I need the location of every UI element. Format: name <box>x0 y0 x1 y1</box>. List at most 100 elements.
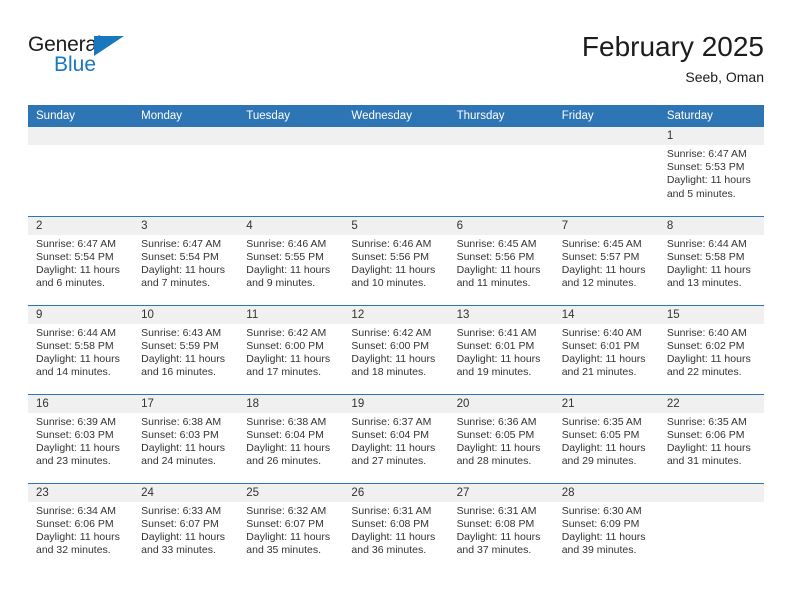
sunrise-text: Sunrise: 6:36 AM <box>456 415 537 428</box>
day-details: Sunrise: 6:41 AM Sunset: 6:01 PM Daylight:… <box>449 324 554 380</box>
calendar-day-cell[interactable]: 28 Sunrise: 6:30 AM Sunset: 6:09 PM Dayligh… <box>553 482 659 572</box>
calendar-day-cell[interactable]: 22 Sunrise: 6:35 AM Sunset: 6:06 PM Dayligh… <box>658 393 764 483</box>
calendar-day-cell[interactable]: 14 Sunrise: 6:40 AM Sunset: 6:01 PM Dayligh… <box>553 304 659 394</box>
day-number: 15 <box>658 305 764 324</box>
day-details: Sunrise: 6:35 AM Sunset: 6:05 PM Daylight:… <box>554 413 659 469</box>
sunrise-text: Sunrise: 6:44 AM <box>666 237 747 250</box>
daylight-text: Daylight: 11 hours and 10 minutes. <box>351 263 436 290</box>
daylight-text: Daylight: 11 hours and 28 minutes. <box>456 441 541 468</box>
weekday-header-sunday: Sunday <box>28 105 134 127</box>
daylight-text: Daylight: 11 hours and 19 minutes. <box>456 352 541 379</box>
daylight-text: Daylight: 11 hours and 37 minutes. <box>456 530 541 557</box>
sunset-text: Sunset: 6:08 PM <box>456 517 535 530</box>
sunset-text: Sunset: 5:54 PM <box>141 250 219 263</box>
calendar-day-cell[interactable]: 21 Sunrise: 6:35 AM Sunset: 6:05 PM Dayligh… <box>553 393 659 483</box>
calendar-week-row: 23 Sunrise: 6:34 AM Sunset: 6:06 PM Dayligh… <box>28 482 764 572</box>
day-number: 23 <box>28 483 134 502</box>
calendar-day-cell[interactable]: 27 Sunrise: 6:31 AM Sunset: 6:08 PM Dayligh… <box>448 482 554 572</box>
calendar-day-cell[interactable]: 15 Sunrise: 6:40 AM Sunset: 6:02 PM Dayligh… <box>658 304 764 394</box>
calendar-day-cell[interactable]: 23 Sunrise: 6:34 AM Sunset: 6:06 PM Dayligh… <box>28 482 134 572</box>
day-details: Sunrise: 6:40 AM Sunset: 6:02 PM Daylight:… <box>659 324 764 380</box>
daylight-text: Daylight: 11 hours and 12 minutes. <box>561 263 646 290</box>
daylight-text: Daylight: 11 hours and 16 minutes. <box>141 352 225 379</box>
day-number: 28 <box>553 483 659 502</box>
day-details: Sunrise: 6:46 AM Sunset: 5:55 PM Daylight:… <box>238 235 343 291</box>
calendar-day-cell[interactable]: 18 Sunrise: 6:38 AM Sunset: 6:04 PM Dayligh… <box>238 393 344 483</box>
daylight-text: Daylight: 11 hours and 5 minutes. <box>666 174 751 200</box>
day-number: 22 <box>658 394 764 413</box>
sunset-text: Sunset: 5:58 PM <box>36 339 114 352</box>
day-number: 8 <box>658 216 764 235</box>
calendar-day-cell[interactable]: 9 Sunrise: 6:44 AM Sunset: 5:58 PM Daylight… <box>28 304 134 394</box>
day-number: 10 <box>133 305 239 324</box>
day-number <box>133 127 239 145</box>
sunrise-text: Sunrise: 6:31 AM <box>456 504 537 517</box>
daylight-text: Daylight: 11 hours and 36 minutes. <box>351 530 436 557</box>
daylight-text: Daylight: 11 hours and 24 minutes. <box>141 441 225 468</box>
sunset-text: Sunset: 5:54 PM <box>36 250 114 263</box>
day-number: 20 <box>448 394 554 413</box>
sunrise-text: Sunrise: 6:42 AM <box>351 326 432 339</box>
calendar-week-row: 1 Sunrise: 6:47 AM Sunset: 5:53 PM Daylight… <box>28 127 764 216</box>
sunset-text: Sunset: 6:06 PM <box>36 517 114 530</box>
day-number: 25 <box>238 483 344 502</box>
day-number: 4 <box>238 216 344 235</box>
calendar-day-cell-empty <box>448 127 554 216</box>
calendar-day-cell[interactable]: 24 Sunrise: 6:33 AM Sunset: 6:07 PM Dayligh… <box>133 482 239 572</box>
daylight-text: Daylight: 11 hours and 14 minutes. <box>36 352 120 379</box>
calendar-day-cell[interactable]: 20 Sunrise: 6:36 AM Sunset: 6:05 PM Dayligh… <box>448 393 554 483</box>
day-details: Sunrise: 6:47 AM Sunset: 5:53 PM Daylight:… <box>659 145 764 201</box>
sunset-text: Sunset: 6:07 PM <box>141 517 219 530</box>
calendar-day-cell[interactable]: 4 Sunrise: 6:46 AM Sunset: 5:55 PM Daylight… <box>238 215 344 305</box>
calendar-page: General Blue February 2025 Seeb, Oman Su… <box>0 0 792 612</box>
day-details: Sunrise: 6:40 AM Sunset: 6:01 PM Daylight:… <box>554 324 659 380</box>
daylight-text: Daylight: 11 hours and 23 minutes. <box>36 441 120 468</box>
sunrise-text: Sunrise: 6:34 AM <box>36 504 116 517</box>
calendar-day-cell[interactable]: 17 Sunrise: 6:38 AM Sunset: 6:03 PM Dayligh… <box>133 393 239 483</box>
calendar-day-cell[interactable]: 13 Sunrise: 6:41 AM Sunset: 6:01 PM Dayligh… <box>448 304 554 394</box>
calendar-day-cell[interactable]: 2 Sunrise: 6:47 AM Sunset: 5:54 PM Daylight… <box>28 215 134 305</box>
sunrise-text: Sunrise: 6:47 AM <box>141 237 222 250</box>
calendar-day-cell[interactable]: 25 Sunrise: 6:32 AM Sunset: 6:07 PM Dayligh… <box>238 482 344 572</box>
sunrise-text: Sunrise: 6:45 AM <box>456 237 537 250</box>
sunrise-text: Sunrise: 6:33 AM <box>141 504 222 517</box>
calendar-day-cell[interactable]: 11 Sunrise: 6:42 AM Sunset: 6:00 PM Dayligh… <box>238 304 344 394</box>
brand-name-blue: Blue <box>54 53 97 76</box>
sunrise-text: Sunrise: 6:47 AM <box>666 148 747 160</box>
day-details: Sunrise: 6:38 AM Sunset: 6:03 PM Daylight:… <box>133 413 238 469</box>
day-number: 12 <box>343 305 449 324</box>
sunset-text: Sunset: 6:09 PM <box>561 517 640 530</box>
sunrise-text: Sunrise: 6:32 AM <box>246 504 327 517</box>
daylight-text: Daylight: 11 hours and 33 minutes. <box>141 530 225 557</box>
day-details: Sunrise: 6:38 AM Sunset: 6:04 PM Daylight:… <box>238 413 343 469</box>
sunset-text: Sunset: 5:56 PM <box>351 250 430 263</box>
sunrise-text: Sunrise: 6:46 AM <box>351 237 432 250</box>
calendar-day-cell[interactable]: 26 Sunrise: 6:31 AM Sunset: 6:08 PM Dayligh… <box>343 482 449 572</box>
sunrise-text: Sunrise: 6:47 AM <box>36 237 116 250</box>
calendar-day-cell[interactable]: 1 Sunrise: 6:47 AM Sunset: 5:53 PM Daylight… <box>658 127 764 216</box>
day-details: Sunrise: 6:47 AM Sunset: 5:54 PM Daylight:… <box>28 235 133 291</box>
day-details: Sunrise: 6:35 AM Sunset: 6:06 PM Daylight:… <box>659 413 764 469</box>
sunrise-text: Sunrise: 6:31 AM <box>351 504 432 517</box>
weekday-header-tuesday: Tuesday <box>238 105 344 127</box>
calendar-day-cell[interactable]: 3 Sunrise: 6:47 AM Sunset: 5:54 PM Daylight… <box>133 215 239 305</box>
calendar-day-cell[interactable]: 12 Sunrise: 6:42 AM Sunset: 6:00 PM Dayligh… <box>343 304 449 394</box>
calendar-day-cell[interactable]: 19 Sunrise: 6:37 AM Sunset: 6:04 PM Dayligh… <box>343 393 449 483</box>
calendar-day-cell-empty <box>343 127 449 216</box>
day-details: Sunrise: 6:47 AM Sunset: 5:54 PM Daylight:… <box>133 235 238 291</box>
sunrise-text: Sunrise: 6:39 AM <box>36 415 116 428</box>
day-number <box>448 127 554 145</box>
sunrise-text: Sunrise: 6:42 AM <box>246 326 327 339</box>
day-details: Sunrise: 6:45 AM Sunset: 5:56 PM Daylight:… <box>449 235 554 291</box>
calendar-day-cell[interactable]: 6 Sunrise: 6:45 AM Sunset: 5:56 PM Daylight… <box>448 215 554 305</box>
calendar-day-cell[interactable]: 8 Sunrise: 6:44 AM Sunset: 5:58 PM Daylight… <box>658 215 764 305</box>
calendar-day-cell[interactable]: 16 Sunrise: 6:39 AM Sunset: 6:03 PM Dayligh… <box>28 393 134 483</box>
sunset-text: Sunset: 5:57 PM <box>561 250 640 263</box>
calendar-day-cell[interactable]: 5 Sunrise: 6:46 AM Sunset: 5:56 PM Daylight… <box>343 215 449 305</box>
sunset-text: Sunset: 6:06 PM <box>666 428 745 441</box>
calendar-day-cell[interactable]: 10 Sunrise: 6:43 AM Sunset: 5:59 PM Dayligh… <box>133 304 239 394</box>
day-number: 24 <box>133 483 239 502</box>
day-details: Sunrise: 6:37 AM Sunset: 6:04 PM Daylight:… <box>343 413 448 469</box>
brand-logo[interactable]: General Blue <box>28 34 148 82</box>
calendar-day-cell[interactable]: 7 Sunrise: 6:45 AM Sunset: 5:57 PM Daylight… <box>553 215 659 305</box>
